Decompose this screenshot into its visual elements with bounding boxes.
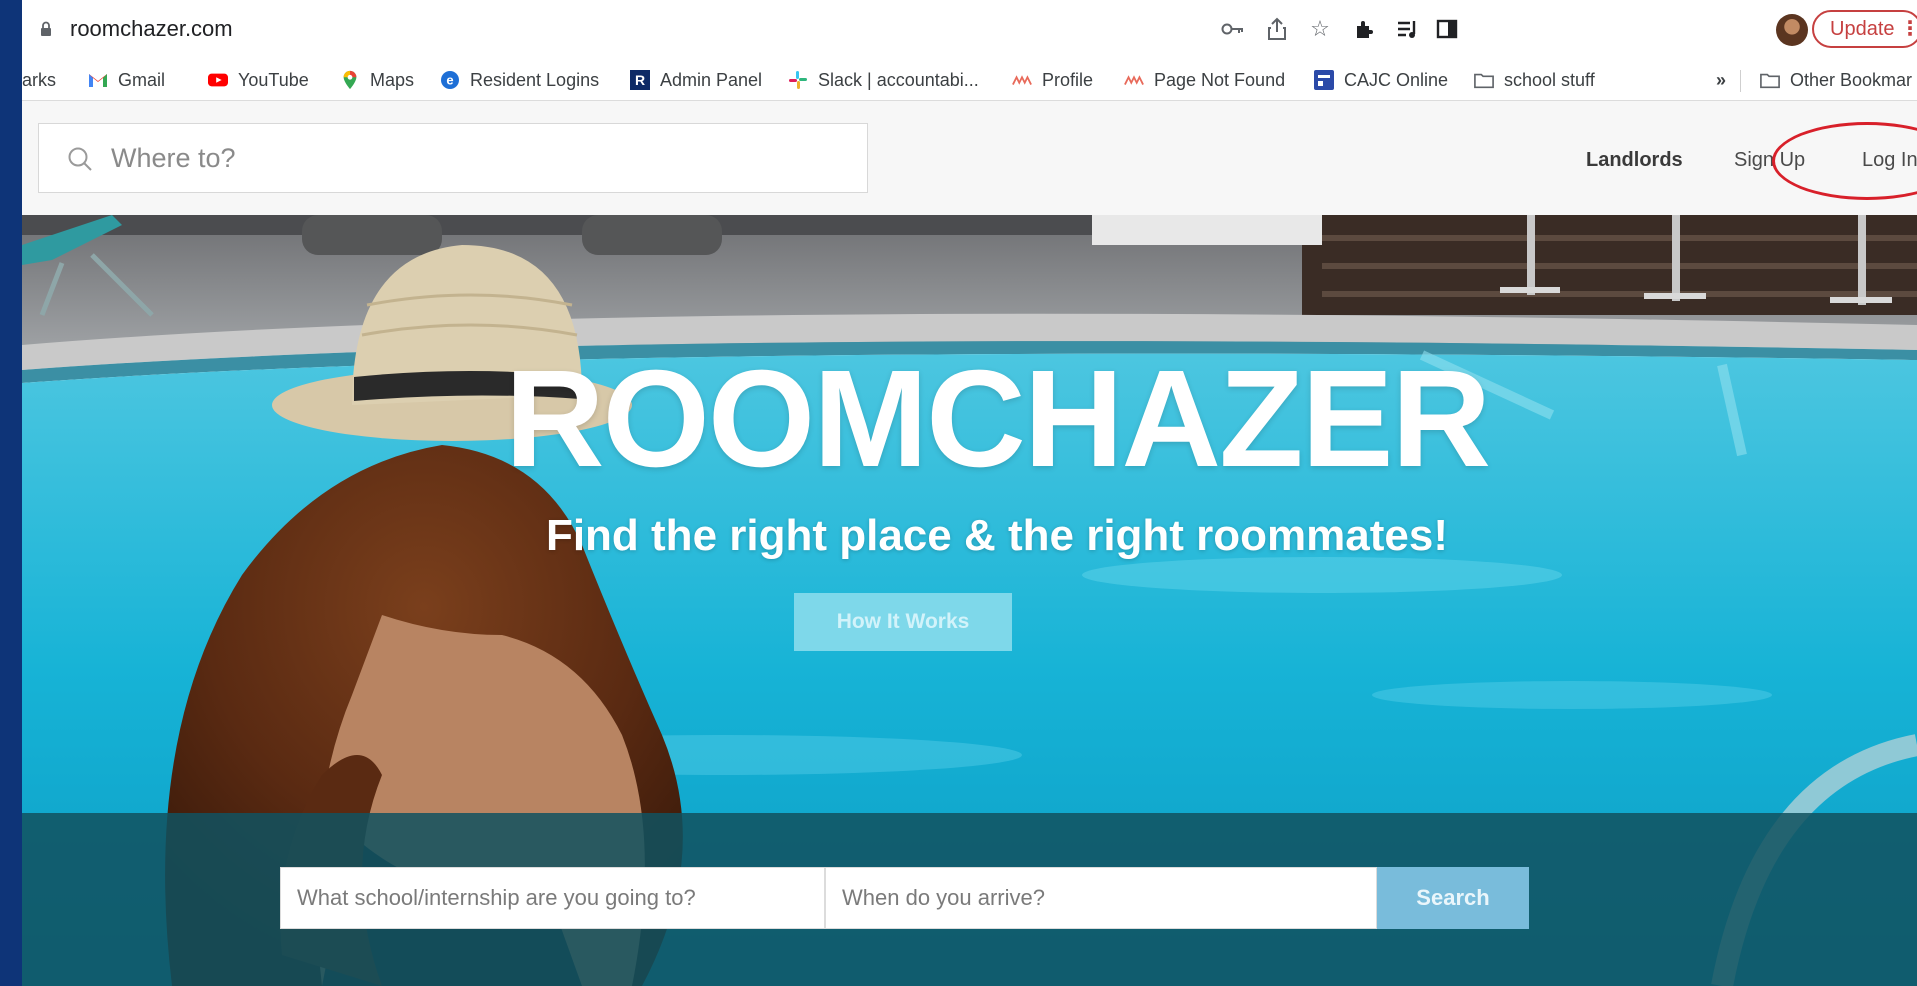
address-bar: roomchazer.com ☆ Update ⋮: [22, 0, 1917, 61]
share-icon[interactable]: [1262, 14, 1292, 44]
destination-search-placeholder: Where to?: [111, 143, 236, 173]
bookmark-label: Profile: [1042, 69, 1094, 90]
hero-title: ROOMCHAZER: [504, 342, 1491, 496]
bookmarks-bar: arks Gmail YouTube Maps e Resident Login…: [22, 60, 1917, 101]
overflow-chevron-icon: »: [1716, 69, 1727, 90]
url-text[interactable]: roomchazer.com: [70, 16, 233, 42]
svg-text:e: e: [446, 73, 453, 88]
bookmark-admin-panel[interactable]: R Admin Panel: [630, 67, 762, 93]
bookmark-school-stuff[interactable]: school stuff: [1474, 67, 1595, 93]
slack-icon: [789, 71, 807, 89]
bookmark-label: Slack | accountabi...: [818, 69, 979, 90]
bookmark-label: Gmail: [118, 69, 166, 90]
bookmark-label: YouTube: [238, 69, 309, 90]
folder-icon: [1760, 73, 1780, 89]
bookmark-resident-logins[interactable]: e Resident Logins: [440, 67, 599, 93]
bookmark-slack[interactable]: Slack | accountabi...: [788, 67, 979, 93]
profile-avatar[interactable]: [1776, 14, 1808, 46]
bookmarks-overflow-button[interactable]: »: [1716, 67, 1726, 93]
search-icon: [68, 147, 92, 171]
browser-window: roomchazer.com ☆ Update ⋮ arks Gmail You…: [22, 0, 1917, 986]
maps-icon: [343, 70, 357, 90]
bookmark-partial[interactable]: arks: [22, 67, 56, 93]
school-search-placeholder: What school/internship are you going to?: [297, 885, 696, 910]
bookmarks-divider: [1740, 70, 1741, 92]
folder-icon: [1474, 73, 1494, 89]
site-header: Where to? Landlords Sign Up Log In: [22, 101, 1917, 215]
bookmark-label: Page Not Found: [1154, 69, 1286, 90]
other-bookmarks-label: Other Bookmar: [1790, 69, 1913, 90]
cajc-online-icon: [1314, 70, 1334, 90]
search-button[interactable]: Search: [1377, 867, 1529, 929]
reading-list-icon[interactable]: [1392, 14, 1422, 44]
signup-link[interactable]: Sign Up: [1734, 149, 1805, 172]
arrival-date-input[interactable]: When do you arrive?: [825, 867, 1377, 929]
hero-section: ROOMCHAZER Find the right place & the ri…: [22, 215, 1917, 986]
side-panel-icon[interactable]: [1432, 14, 1462, 44]
bookmark-maps[interactable]: Maps: [340, 67, 414, 93]
bookmark-star-icon[interactable]: ☆: [1305, 14, 1335, 44]
other-bookmarks[interactable]: Other Bookmar: [1760, 67, 1912, 93]
svg-text:R: R: [635, 72, 645, 88]
admin-panel-icon: R: [630, 70, 650, 90]
login-link[interactable]: Log In: [1862, 149, 1917, 172]
how-it-works-button[interactable]: How It Works: [794, 593, 1012, 651]
key-icon[interactable]: [1218, 14, 1248, 44]
update-label: Update: [1830, 18, 1895, 40]
destination-search-input[interactable]: Where to?: [38, 123, 868, 193]
bookmark-page-not-found[interactable]: Page Not Found: [1124, 67, 1285, 93]
bookmark-youtube[interactable]: YouTube: [208, 67, 309, 93]
hero-subtitle: Find the right place & the right roommat…: [545, 511, 1449, 560]
youtube-icon: [208, 73, 228, 87]
update-button[interactable]: Update ⋮: [1812, 10, 1917, 48]
bookmark-partial-label: arks: [22, 69, 57, 90]
bookmark-gmail[interactable]: Gmail: [88, 67, 165, 93]
extensions-icon[interactable]: [1350, 14, 1380, 44]
resident-logins-icon: e: [441, 71, 459, 89]
arrival-date-placeholder: When do you arrive?: [842, 885, 1045, 910]
bookmark-label: Maps: [370, 69, 415, 90]
landlords-link[interactable]: Landlords: [1586, 149, 1683, 172]
page-not-found-icon: [1124, 75, 1144, 85]
bookmark-label: Admin Panel: [660, 69, 763, 90]
search-band: What school/internship are you going to?…: [22, 813, 1917, 986]
bookmark-profile[interactable]: Profile: [1012, 67, 1093, 93]
bookmark-label: CAJC Online: [1344, 69, 1449, 90]
bookmark-cajc-online[interactable]: CAJC Online: [1314, 67, 1448, 93]
lock-icon: [41, 21, 51, 36]
profile-icon: [1012, 75, 1032, 85]
bookmark-label: school stuff: [1504, 69, 1595, 90]
school-search-input[interactable]: What school/internship are you going to?: [280, 867, 825, 929]
gmail-icon: [89, 74, 107, 87]
bookmark-label: Resident Logins: [470, 69, 600, 90]
